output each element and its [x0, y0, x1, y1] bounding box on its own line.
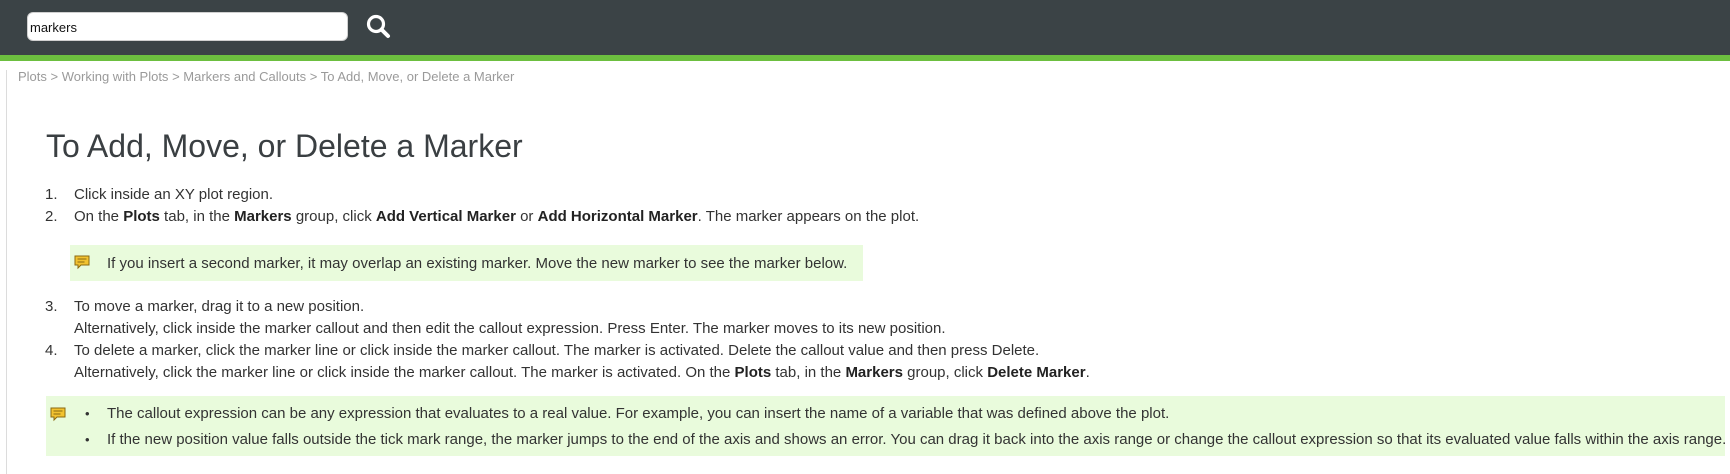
- breadcrumb-separator: >: [172, 69, 180, 84]
- step-text-part: .: [1085, 364, 1090, 381]
- step-text-part: On the: [74, 208, 124, 225]
- bullet: •: [85, 406, 90, 421]
- step-text-part: tab, in the: [159, 208, 235, 225]
- bullet: •: [85, 432, 90, 447]
- step-text-part: or: [515, 208, 538, 225]
- step-number: 2.: [45, 208, 58, 225]
- ui-term: Add Horizontal Marker: [537, 208, 698, 225]
- step-number: 1.: [45, 186, 58, 203]
- step-number: 4.: [45, 342, 58, 359]
- step-text: On the Plots tab, in the Markers group, …: [74, 208, 919, 225]
- note-box: If you insert a second marker, it may ov…: [70, 245, 863, 281]
- step-text: Click inside an XY plot region.: [74, 186, 273, 203]
- step-text-part: tab, in the: [771, 364, 846, 381]
- step-text-continued: Alternatively, click inside the marker c…: [74, 320, 946, 337]
- search-box[interactable]: [27, 12, 348, 41]
- page-title: To Add, Move, or Delete a Marker: [46, 128, 523, 164]
- breadcrumb-separator: >: [309, 69, 318, 84]
- ui-term: Add Vertical Marker: [375, 208, 516, 225]
- step-text-continued: Alternatively, click the marker line or …: [74, 364, 1090, 381]
- ui-term: Markers: [234, 208, 292, 225]
- breadcrumb: Plots > Working with Plots > Markers and…: [18, 69, 514, 84]
- search-icon: [366, 14, 390, 38]
- note-icon: [50, 407, 66, 422]
- left-divider: [6, 70, 7, 474]
- note-box: • The callout expression can be any expr…: [46, 396, 1727, 456]
- note-text: If you insert a second marker, it may ov…: [107, 255, 848, 272]
- breadcrumb-separator: >: [50, 69, 59, 84]
- step-text-part: . The marker appears on the plot.: [697, 208, 920, 225]
- breadcrumb-current: To Add, Move, or Delete a Marker: [320, 69, 515, 84]
- breadcrumb-link-markers-and-callouts[interactable]: Markers and Callouts: [183, 69, 306, 84]
- ui-term: Plots: [734, 364, 772, 381]
- note-icon: [74, 255, 90, 270]
- breadcrumb-link-working-with-plots[interactable]: Working with Plots: [62, 69, 169, 84]
- ui-term: Markers: [845, 364, 903, 381]
- step-text-part: group, click: [291, 208, 376, 225]
- breadcrumb-link-plots[interactable]: Plots: [18, 69, 47, 84]
- note-bullet-text: The callout expression can be any expres…: [107, 405, 1170, 422]
- note-bullet-text: If the new position value falls outside …: [107, 431, 1727, 448]
- top-bar: [0, 0, 1730, 55]
- search-button[interactable]: [364, 12, 394, 42]
- step-number: 3.: [45, 298, 58, 315]
- ui-term: Plots: [123, 208, 160, 225]
- step-text-part: Alternatively, click the marker line or …: [74, 364, 735, 381]
- step-text: To move a marker, drag it to a new posit…: [74, 298, 365, 315]
- header-accent-bar: [0, 55, 1730, 61]
- step-text-part: group, click: [902, 364, 988, 381]
- ui-term: Delete Marker: [987, 364, 1086, 381]
- search-input[interactable]: [30, 17, 340, 37]
- step-text: To delete a marker, click the marker lin…: [74, 342, 1040, 359]
